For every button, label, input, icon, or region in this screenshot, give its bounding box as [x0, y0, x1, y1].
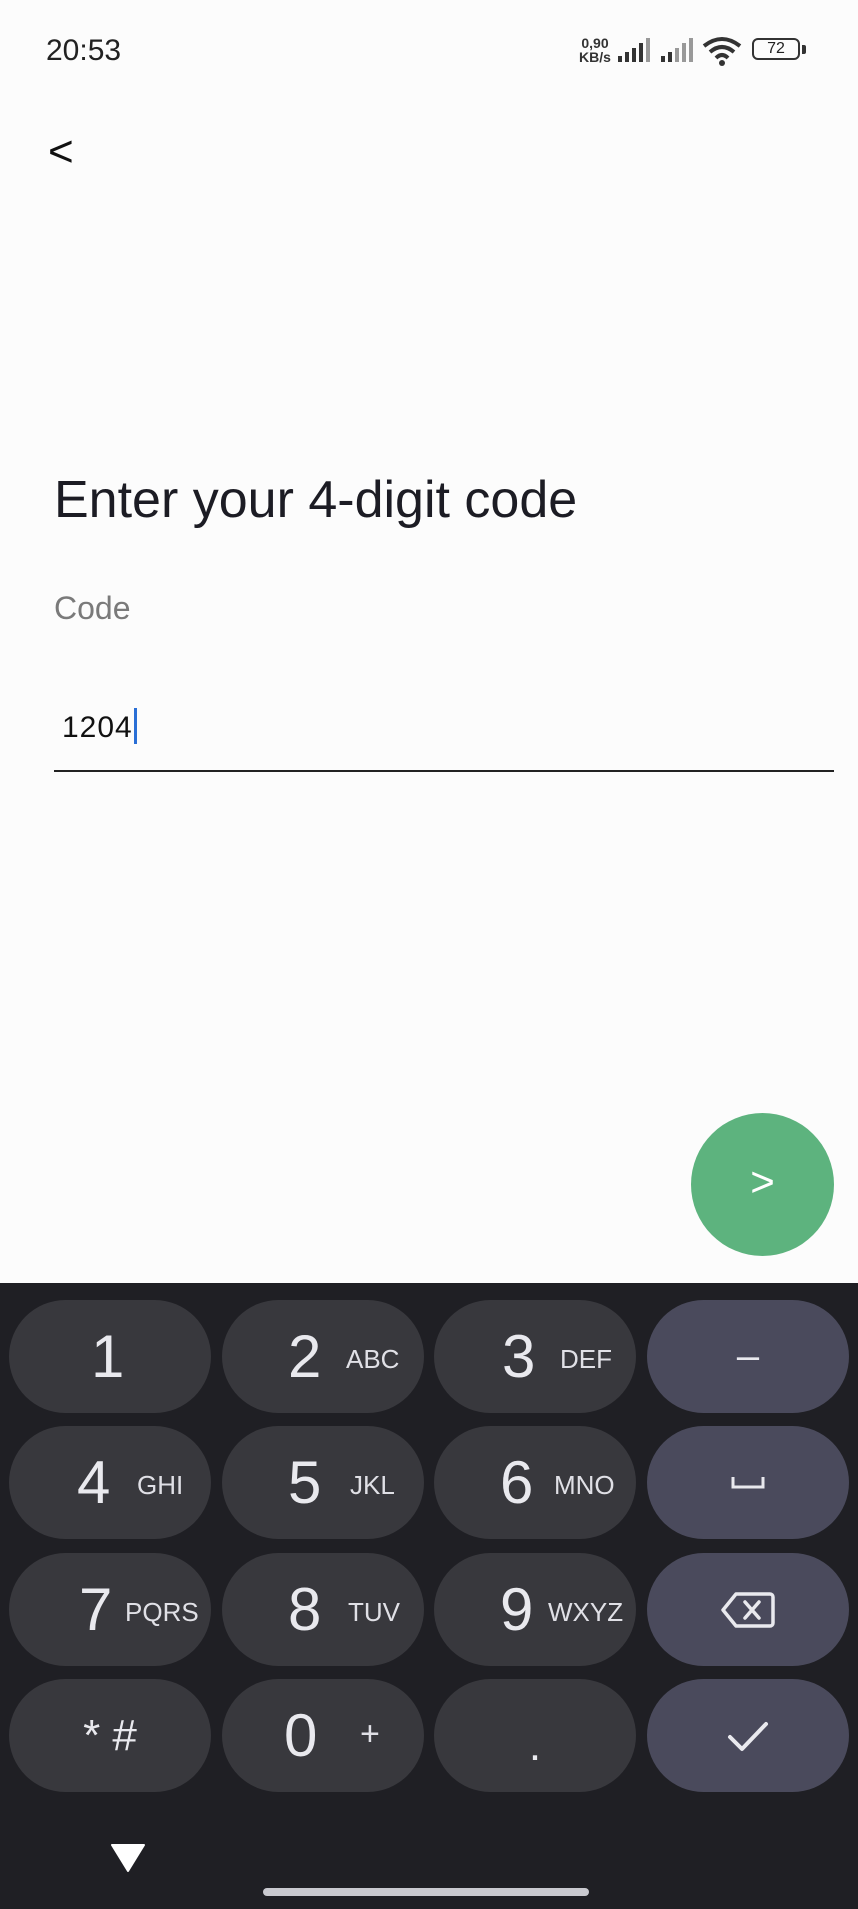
key-3-digit: 3	[502, 1323, 536, 1390]
back-button[interactable]: <	[48, 124, 88, 180]
key-8[interactable]: 8 TUV	[222, 1553, 424, 1666]
key-star-hash-label: * #	[83, 1710, 137, 1760]
key-5-digit: 5	[288, 1449, 322, 1516]
key-4-letters: GHI	[137, 1470, 184, 1500]
key-star-hash[interactable]: * #	[9, 1679, 211, 1792]
space-icon	[731, 1476, 765, 1488]
key-minus[interactable]: –	[647, 1300, 849, 1413]
signal-icon-2	[661, 38, 693, 62]
key-5[interactable]: 5 JKL	[222, 1426, 424, 1539]
key-4[interactable]: 4 GHI	[9, 1426, 211, 1539]
key-3-letters: DEF	[560, 1344, 612, 1374]
home-indicator[interactable]	[263, 1888, 589, 1896]
key-dot-label: .	[528, 1720, 542, 1770]
key-9[interactable]: 9 WXYZ	[434, 1553, 636, 1666]
hide-keyboard-icon[interactable]	[110, 1843, 146, 1873]
key-3[interactable]: 3 DEF	[434, 1300, 636, 1413]
numeric-keyboard: 1 2 ABC 3 DEF – 4 GHI 5 JKL 6 MNO 7 PQRS…	[0, 1283, 858, 1909]
key-0-letters: +	[360, 1715, 380, 1753]
key-6-digit: 6	[500, 1449, 534, 1516]
code-input-value: 1204	[62, 711, 133, 744]
key-dot[interactable]: .	[434, 1679, 636, 1792]
battery-icon: 72	[752, 38, 808, 64]
key-4-digit: 4	[77, 1449, 111, 1516]
battery-level: 72	[752, 38, 800, 60]
key-done[interactable]	[647, 1679, 849, 1792]
key-5-letters: JKL	[350, 1470, 395, 1500]
code-input[interactable]: 1204	[54, 690, 834, 772]
key-6[interactable]: 6 MNO	[434, 1426, 636, 1539]
key-0[interactable]: 0 +	[222, 1679, 424, 1792]
key-8-digit: 8	[288, 1576, 322, 1643]
key-9-digit: 9	[500, 1576, 534, 1643]
key-7[interactable]: 7 PQRS	[9, 1553, 211, 1666]
key-6-letters: MNO	[554, 1470, 615, 1500]
code-field-label: Code	[54, 590, 131, 626]
key-2-digit: 2	[288, 1323, 322, 1390]
backspace-icon	[721, 1591, 775, 1628]
key-7-letters: PQRS	[125, 1597, 199, 1627]
network-speed: 0,90 KB/s	[576, 36, 614, 64]
network-speed-unit: KB/s	[579, 49, 611, 65]
status-time: 20:53	[46, 34, 122, 67]
text-cursor	[133, 708, 137, 744]
key-1-digit: 1	[91, 1323, 125, 1390]
key-2[interactable]: 2 ABC	[222, 1300, 424, 1413]
network-speed-value: 0,90	[581, 35, 609, 51]
page-title: Enter your 4-digit code	[54, 471, 578, 529]
key-2-letters: ABC	[346, 1344, 400, 1374]
key-backspace[interactable]	[647, 1553, 849, 1666]
key-0-digit: 0	[284, 1702, 318, 1769]
next-button[interactable]: >	[691, 1113, 834, 1256]
key-space[interactable]	[647, 1426, 849, 1539]
key-minus-label: –	[736, 1334, 760, 1378]
key-1[interactable]: 1	[9, 1300, 211, 1413]
key-8-letters: TUV	[348, 1597, 400, 1627]
key-7-digit: 7	[79, 1576, 113, 1643]
key-9-letters: WXYZ	[548, 1597, 624, 1627]
status-bar: 20:53 0,90 KB/s 72	[0, 0, 858, 100]
check-icon	[728, 1721, 768, 1751]
wifi-icon	[702, 37, 742, 66]
signal-icon	[618, 38, 650, 62]
